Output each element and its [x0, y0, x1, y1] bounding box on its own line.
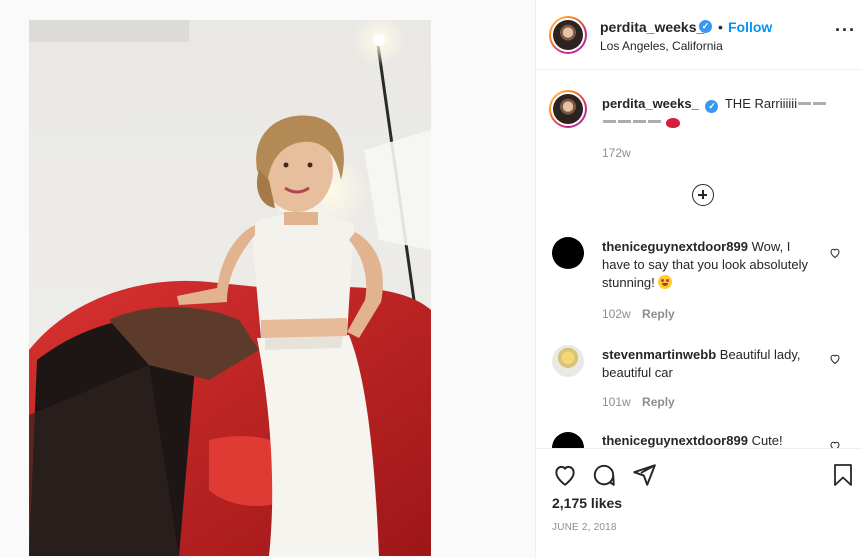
author-username[interactable]: perdita_weeks_ [600, 19, 704, 35]
heart-icon[interactable] [552, 462, 578, 488]
verified-badge-icon: ✓ [699, 20, 712, 33]
star-struck-emoji-icon [658, 275, 673, 289]
comment-time[interactable]: 101w [602, 395, 631, 409]
comment-item: theniceguynextdoor899 Wow, I have to say… [602, 238, 822, 292]
comment-icon[interactable] [591, 462, 617, 488]
comment-item: stevenmartinwebb Beautiful lady, beautif… [602, 346, 822, 382]
caption: perdita_weeks_ ✓ THE Rarriiiiii [602, 95, 842, 131]
comment-username[interactable]: stevenmartinwebb [602, 347, 716, 362]
commenter-avatar[interactable] [552, 345, 584, 377]
commenter-avatar[interactable] [552, 237, 584, 269]
post-viewer: perdita_weeks_ ✓ • Follow Los Angeles, C… [0, 0, 862, 558]
caption-username[interactable]: perdita_weeks_ [602, 96, 699, 111]
comment-username[interactable]: theniceguynextdoor899 [602, 239, 748, 254]
header-separator: • [718, 19, 723, 35]
comment-text: Cute! [751, 433, 783, 448]
plus-circle-icon[interactable] [692, 184, 714, 206]
action-bar: 2,175 likes JUNE 2, 2018 [536, 448, 862, 558]
more-options-icon[interactable]: ··· [835, 20, 856, 41]
comment-like-heart-icon[interactable] [829, 353, 841, 365]
post-header: perdita_weeks_ ✓ • Follow Los Angeles, C… [536, 0, 862, 70]
reply-button[interactable]: Reply [642, 307, 675, 321]
paper-plane-icon[interactable] [631, 462, 657, 488]
post-photo[interactable] [29, 20, 431, 556]
author-avatar[interactable] [549, 16, 587, 54]
follow-button[interactable]: Follow [728, 19, 772, 35]
kiss-emoji-icon [665, 117, 680, 128]
caption-avatar[interactable] [549, 90, 587, 128]
comment-time[interactable]: 102w [602, 307, 631, 321]
verified-badge-icon: ✓ [705, 100, 719, 113]
comment-meta: 102w Reply [602, 307, 675, 321]
bookmark-icon[interactable] [831, 462, 855, 488]
likes-count[interactable]: 2,175 likes [552, 495, 622, 511]
post-location[interactable]: Los Angeles, California [600, 39, 723, 53]
post-side-panel: perdita_weeks_ ✓ • Follow Los Angeles, C… [535, 0, 862, 558]
post-date[interactable]: JUNE 2, 2018 [552, 522, 617, 533]
comment-like-heart-icon[interactable] [829, 247, 841, 259]
caption-time[interactable]: 172w [602, 146, 631, 160]
comment-meta: 101w Reply [602, 395, 675, 409]
comment-username[interactable]: theniceguynextdoor899 [602, 433, 748, 448]
caption-text: THE Rarriiiiii [724, 96, 798, 111]
post-photo-illustration [29, 20, 431, 556]
reply-button[interactable]: Reply [642, 395, 675, 409]
